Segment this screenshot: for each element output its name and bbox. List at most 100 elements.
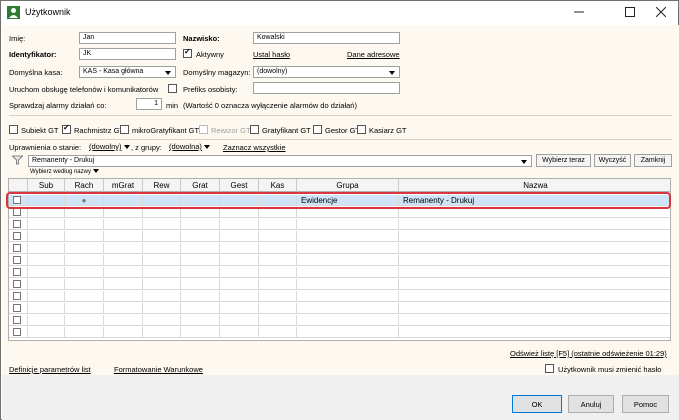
grid-cell[interactable] xyxy=(65,303,104,314)
grid-cell[interactable] xyxy=(181,255,220,266)
filter-icon[interactable] xyxy=(12,155,23,165)
col-header-gest[interactable]: Gest xyxy=(220,179,259,192)
grid-cell[interactable] xyxy=(65,255,104,266)
col-header-sub[interactable]: Sub xyxy=(28,179,65,192)
grid-cell[interactable] xyxy=(220,231,259,242)
grid-cell[interactable] xyxy=(181,267,220,278)
grid-cell[interactable] xyxy=(220,291,259,302)
grid-cell[interactable] xyxy=(104,231,143,242)
aktywny-checkbox[interactable] xyxy=(183,47,192,58)
odswiez-liste-link[interactable]: Odśwież listę [F5] (ostatnie odświeżenie… xyxy=(510,349,667,358)
grid-cell[interactable] xyxy=(28,267,65,278)
anuluj-button[interactable]: Anuluj xyxy=(568,395,614,413)
grid-cell[interactable] xyxy=(9,219,28,230)
grid-cell[interactable] xyxy=(181,231,220,242)
grupa-dropdown[interactable]: (dowolna) xyxy=(169,142,210,151)
table-row[interactable] xyxy=(9,219,670,230)
grid-cell[interactable] xyxy=(65,267,104,278)
grid-cell[interactable] xyxy=(143,279,181,290)
grid-cell[interactable] xyxy=(65,231,104,242)
grid-cell[interactable] xyxy=(399,255,670,266)
grid-cell[interactable] xyxy=(259,327,297,338)
grid-cell[interactable] xyxy=(399,267,670,278)
col-header-grat[interactable]: Grat xyxy=(181,179,220,192)
grid-cell[interactable] xyxy=(9,231,28,242)
grid-cell[interactable] xyxy=(399,219,670,230)
grid-cell[interactable] xyxy=(143,243,181,254)
grid-cell[interactable] xyxy=(220,255,259,266)
grid-cell[interactable] xyxy=(104,255,143,266)
grid-cell[interactable] xyxy=(28,219,65,230)
grid-cell[interactable] xyxy=(297,291,399,302)
grid-cell[interactable] xyxy=(104,279,143,290)
col-header-kas[interactable]: Kas xyxy=(259,179,297,192)
grid-cell[interactable] xyxy=(259,267,297,278)
grid-cell[interactable] xyxy=(28,255,65,266)
table-row[interactable] xyxy=(9,327,670,338)
grid-cell[interactable] xyxy=(220,303,259,314)
row-checkbox[interactable] xyxy=(13,220,21,228)
grid-cell[interactable] xyxy=(399,303,670,314)
pomoc-button[interactable]: Pomoc xyxy=(622,395,669,413)
grid-cell[interactable] xyxy=(259,231,297,242)
grid-cell[interactable] xyxy=(259,291,297,302)
grid-cell[interactable] xyxy=(220,219,259,230)
role-gestor-checkbox[interactable] xyxy=(313,125,322,134)
grid-cell[interactable] xyxy=(297,267,399,278)
minimize-icon[interactable] xyxy=(562,1,596,23)
grid-cell[interactable] xyxy=(65,279,104,290)
grid-cell[interactable] xyxy=(104,315,143,326)
telefony-checkbox[interactable] xyxy=(168,84,177,93)
grid-cell[interactable] xyxy=(143,231,181,242)
grid-cell[interactable] xyxy=(181,243,220,254)
grid-cell[interactable] xyxy=(9,243,28,254)
grid-cell[interactable] xyxy=(399,243,670,254)
grid-cell[interactable] xyxy=(104,303,143,314)
grid-cell[interactable] xyxy=(399,327,670,338)
row-checkbox[interactable] xyxy=(13,268,21,276)
row-checkbox[interactable] xyxy=(13,208,21,216)
grid-cell[interactable] xyxy=(28,327,65,338)
table-row[interactable] xyxy=(9,267,670,278)
ok-button[interactable]: OK xyxy=(512,395,562,413)
grid-cell[interactable] xyxy=(9,315,28,326)
grid-cell[interactable] xyxy=(181,219,220,230)
wyczysc-button[interactable]: Wyczyść xyxy=(594,154,631,167)
grid-cell[interactable] xyxy=(399,231,670,242)
grid-cell[interactable] xyxy=(259,315,297,326)
table-row[interactable] xyxy=(9,231,670,242)
magazyn-select[interactable]: (dowolny) xyxy=(253,66,400,78)
grid-cell[interactable] xyxy=(259,303,297,314)
grid-cell[interactable] xyxy=(399,291,670,302)
grid-cell[interactable] xyxy=(9,303,28,314)
col-header-mgrat[interactable]: mGrat xyxy=(104,179,143,192)
col-header-grupa[interactable]: Grupa xyxy=(297,179,399,192)
grid-cell[interactable] xyxy=(181,279,220,290)
grid-cell[interactable] xyxy=(65,219,104,230)
zaznacz-wszystkie-link[interactable]: Zaznacz wszystkie xyxy=(223,143,286,152)
grid-cell[interactable] xyxy=(28,291,65,302)
grid-cell[interactable] xyxy=(9,267,28,278)
grid-cell[interactable] xyxy=(181,327,220,338)
grid-cell[interactable] xyxy=(104,243,143,254)
dane-adresowe-link[interactable]: Dane adresowe xyxy=(347,50,400,59)
grid-cell[interactable] xyxy=(9,255,28,266)
grid-cell[interactable] xyxy=(65,243,104,254)
grid-cell[interactable] xyxy=(297,315,399,326)
table-row[interactable] xyxy=(9,255,670,266)
grid-cell[interactable] xyxy=(65,291,104,302)
row-checkbox[interactable] xyxy=(13,304,21,312)
grid-cell[interactable] xyxy=(399,315,670,326)
grid-cell[interactable] xyxy=(220,279,259,290)
grid-cell[interactable] xyxy=(9,279,28,290)
row-checkbox[interactable] xyxy=(13,292,21,300)
grid-cell[interactable] xyxy=(259,255,297,266)
grid-cell[interactable] xyxy=(143,303,181,314)
filter-select[interactable]: Remanenty - Drukuj xyxy=(28,155,532,167)
imie-field[interactable]: Jan xyxy=(79,32,176,44)
grid-cell[interactable] xyxy=(104,267,143,278)
formatowanie-warunkowe-link[interactable]: Formatowanie Warunkowe xyxy=(114,365,203,374)
table-row[interactable] xyxy=(9,315,670,326)
role-mikrogratyfikant-checkbox[interactable] xyxy=(120,125,129,134)
grid-cell[interactable] xyxy=(297,231,399,242)
